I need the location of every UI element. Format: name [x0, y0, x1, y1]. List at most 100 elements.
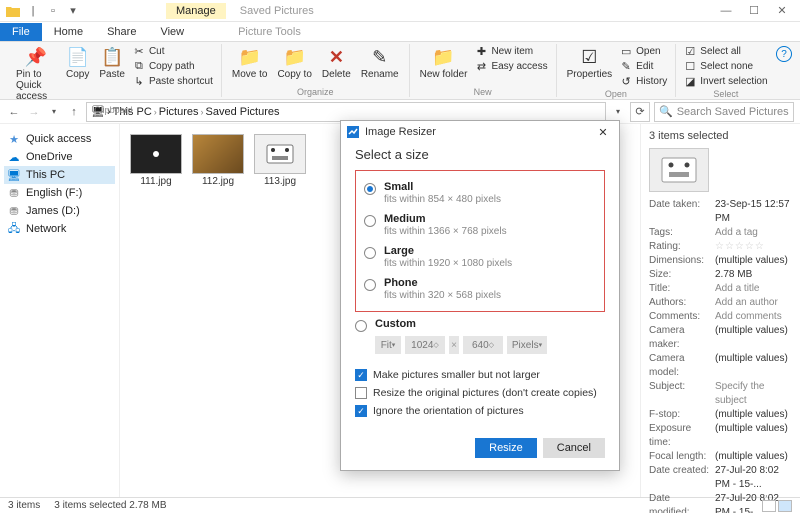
details-row: Date created:27-Jul-20 8:02 PM - 15-... [649, 464, 792, 492]
help-icon[interactable]: ? [776, 46, 792, 62]
check-replace-originals[interactable]: Resize the original pictures (don't crea… [355, 384, 605, 402]
custom-size-inputs: Fit ▾ 1024 ◇ × 640 ◇ Pixels ▾ [375, 336, 605, 354]
label: Open [636, 46, 660, 57]
custom-width-input[interactable]: 1024 ◇ [405, 336, 445, 354]
properties-icon: ☑ [578, 46, 600, 68]
details-value[interactable]: Specify the subject [715, 380, 792, 408]
radio-icon[interactable] [364, 183, 376, 195]
label: Ignore the orientation of pictures [373, 405, 524, 417]
tab-file[interactable]: File [0, 23, 42, 41]
context-tab-manage[interactable]: Manage [166, 3, 226, 19]
file-item[interactable]: 113.jpg [254, 134, 306, 187]
new-folder-button[interactable]: 📁New folder [418, 44, 470, 82]
address-dropdown-button[interactable]: ▾ [610, 104, 626, 120]
radio-icon[interactable] [355, 320, 367, 332]
view-details-button[interactable] [762, 500, 776, 512]
sidebar-item-quick-access[interactable]: ★Quick access [4, 130, 115, 148]
file-item[interactable]: 111.jpg [130, 134, 182, 187]
details-key: Dimensions: [649, 254, 711, 268]
file-item[interactable]: 112.jpg [192, 134, 244, 187]
custom-height-input[interactable]: 640 ◇ [463, 336, 503, 354]
sidebar-item-this-pc[interactable]: 🖥This PC [4, 166, 115, 184]
value: Fit [381, 340, 392, 351]
search-input[interactable]: 🔍 Search Saved Pictures [654, 102, 794, 122]
pin-quick-access-button[interactable]: 📌Pin to Quick access [14, 44, 58, 104]
label: Paste shortcut [149, 76, 213, 87]
cut-icon: ✂ [133, 45, 145, 57]
star-icon: ★ [8, 133, 20, 145]
label: James (D:) [26, 205, 80, 217]
size-option-medium[interactable]: Mediumfits within 1366 × 768 pixels [364, 209, 596, 241]
checkbox-icon[interactable] [355, 387, 367, 399]
sidebar-item-onedrive[interactable]: ☁OneDrive [4, 148, 115, 166]
tab-home[interactable]: Home [42, 23, 95, 41]
search-icon: 🔍 [659, 105, 673, 118]
maximize-button[interactable]: ☐ [740, 1, 768, 21]
new-item-icon: ✚ [475, 45, 487, 57]
properties-button[interactable]: ☑Properties [565, 44, 615, 82]
paste-button[interactable]: 📋Paste [97, 44, 127, 82]
select-all-button[interactable]: ☑Select all [684, 44, 767, 58]
easy-access-button[interactable]: ⇄Easy access [475, 59, 547, 73]
copy-to-button[interactable]: 📁Copy to [275, 44, 313, 82]
dialog-close-button[interactable]: ✕ [593, 122, 613, 142]
checkbox-icon[interactable]: ✓ [355, 405, 367, 417]
move-to-button[interactable]: 📁Move to [230, 44, 270, 82]
sublabel: fits within 854 × 480 pixels [384, 194, 501, 205]
sidebar-item-drive-f[interactable]: ⛃English (F:) [4, 184, 115, 202]
resize-button[interactable]: Resize [475, 438, 537, 458]
thumbnail [254, 134, 306, 174]
copy-button[interactable]: 📄Copy [64, 44, 91, 82]
cancel-button[interactable]: Cancel [543, 438, 605, 458]
details-value[interactable]: Add an author [715, 296, 792, 310]
details-value[interactable]: Add comments [715, 310, 792, 324]
radio-icon[interactable] [364, 215, 376, 227]
details-key: Authors: [649, 296, 711, 310]
qat-properties-icon[interactable]: ▫ [44, 2, 62, 20]
size-option-custom[interactable]: Custom [355, 312, 605, 332]
details-value: 27-Jul-20 8:02 PM - 15-... [715, 464, 792, 492]
unit-select[interactable]: Pixels ▾ [507, 336, 547, 354]
cut-button[interactable]: ✂Cut [133, 44, 213, 58]
group-label: New [418, 86, 548, 97]
crumb-saved-pictures[interactable]: Saved Pictures [206, 106, 280, 118]
history-button[interactable]: ↺History [620, 74, 667, 88]
size-option-phone[interactable]: Phonefits within 320 × 568 pixels [364, 273, 596, 305]
rename-button[interactable]: ✎Rename [359, 44, 401, 82]
check-smaller-only[interactable]: ✓ Make pictures smaller but not larger [355, 366, 605, 384]
label: Paste [99, 69, 125, 80]
delete-button[interactable]: ✕Delete [320, 44, 353, 82]
view-thumbnails-button[interactable] [778, 500, 792, 512]
details-row: Focal length:(multiple values) [649, 450, 792, 464]
sidebar-item-drive-d[interactable]: ⛃James (D:) [4, 202, 115, 220]
radio-icon[interactable] [364, 279, 376, 291]
check-ignore-orientation[interactable]: ✓ Ignore the orientation of pictures [355, 402, 605, 420]
tab-share[interactable]: Share [95, 23, 148, 41]
open-button[interactable]: ▭Open [620, 44, 667, 58]
qat-dropdown-icon[interactable]: ▾ [64, 2, 82, 20]
details-key: Rating: [649, 240, 711, 254]
close-button[interactable]: ✕ [768, 1, 796, 21]
paste-shortcut-button[interactable]: ↳Paste shortcut [133, 74, 213, 88]
invert-selection-button[interactable]: ◪Invert selection [684, 74, 767, 88]
details-value: (multiple values) [715, 450, 792, 464]
tab-picture-tools[interactable]: Picture Tools [226, 23, 313, 41]
details-value[interactable]: Add a tag [715, 226, 792, 240]
edit-button[interactable]: ✎Edit [620, 59, 667, 73]
details-row: Tags:Add a tag [649, 226, 792, 240]
refresh-button[interactable]: ⟳ [630, 102, 650, 122]
tab-view[interactable]: View [148, 23, 196, 41]
label: New item [491, 46, 533, 57]
new-item-button[interactable]: ✚ New item [475, 44, 547, 58]
size-option-large[interactable]: Largefits within 1920 × 1080 pixels [364, 241, 596, 273]
fit-mode-select[interactable]: Fit ▾ [375, 336, 401, 354]
details-value[interactable]: Add a title [715, 282, 792, 296]
select-none-button[interactable]: ☐Select none [684, 59, 767, 73]
copy-path-button[interactable]: ⧉Copy path [133, 59, 213, 73]
details-row: Title:Add a title [649, 282, 792, 296]
size-option-small[interactable]: Smallfits within 854 × 480 pixels [364, 177, 596, 209]
radio-icon[interactable] [364, 247, 376, 259]
sidebar-item-network[interactable]: 🖧Network [4, 220, 115, 238]
checkbox-icon[interactable]: ✓ [355, 369, 367, 381]
minimize-button[interactable]: — [712, 1, 740, 21]
